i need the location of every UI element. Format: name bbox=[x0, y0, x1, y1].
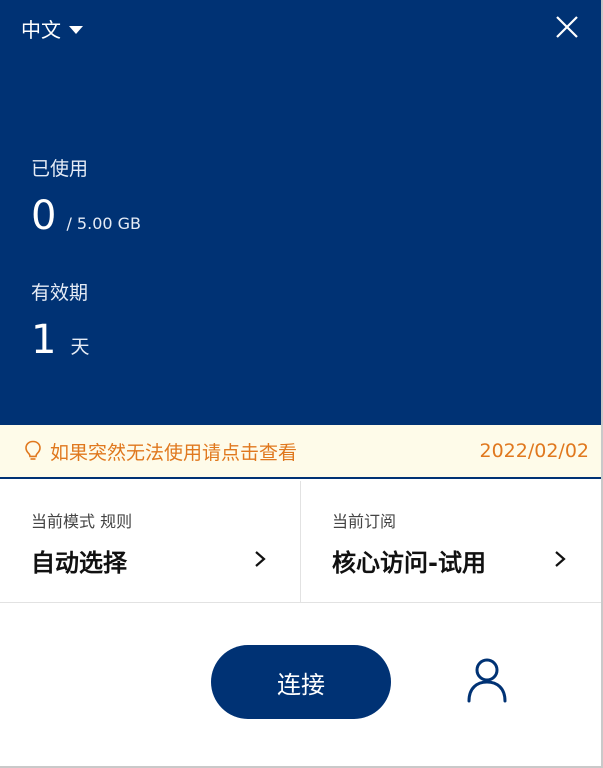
subscription-value: 核心访问-试用 bbox=[332, 549, 486, 577]
mode-panel[interactable]: 当前模式 规则 自动选择 bbox=[0, 481, 300, 602]
app-window: 中文 已使用 0 / 5.00 GB 有效期 1 天 如果突然无法使用请点击查看… bbox=[0, 0, 603, 768]
language-selector[interactable]: 中文 bbox=[21, 14, 83, 43]
used-label: 已使用 bbox=[31, 158, 89, 180]
usage-header: 中文 已使用 0 / 5.00 GB 有效期 1 天 bbox=[0, 0, 601, 425]
validity-row: 1 天 bbox=[31, 320, 89, 360]
used-value: 0 bbox=[31, 193, 57, 239]
subscription-panel[interactable]: 当前订阅 核心访问-试用 bbox=[300, 481, 600, 602]
connect-button[interactable]: 连接 bbox=[211, 645, 391, 719]
mode-title: 当前模式 规则 bbox=[31, 512, 133, 531]
language-label: 中文 bbox=[21, 18, 61, 42]
close-icon[interactable] bbox=[553, 13, 581, 41]
chevron-right-icon bbox=[555, 551, 566, 567]
notice-text[interactable]: 如果突然无法使用请点击查看 bbox=[50, 438, 297, 465]
validity-unit: 天 bbox=[70, 336, 90, 358]
caret-down-icon bbox=[69, 25, 83, 34]
validity-label: 有效期 bbox=[31, 282, 89, 304]
chevron-right-icon bbox=[255, 551, 266, 567]
lightbulb-icon bbox=[25, 440, 41, 460]
subscription-title: 当前订阅 bbox=[332, 512, 397, 531]
validity-value: 1 bbox=[31, 317, 57, 363]
notice-bar[interactable]: 如果突然无法使用请点击查看 2022/02/02 bbox=[0, 425, 601, 479]
status-panels: 当前模式 规则 自动选择 当前订阅 核心访问-试用 bbox=[0, 481, 601, 603]
mode-value: 自动选择 bbox=[31, 549, 127, 577]
used-total: / 5.00 GB bbox=[66, 214, 142, 233]
notice-date: 2022/02/02 bbox=[479, 440, 589, 462]
user-icon[interactable] bbox=[466, 657, 508, 703]
used-row: 0 / 5.00 GB bbox=[31, 196, 141, 236]
